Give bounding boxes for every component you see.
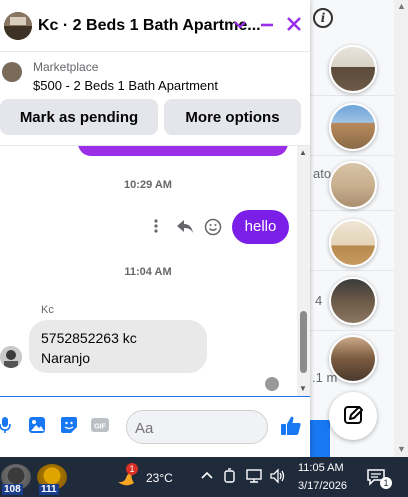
contact-avatar[interactable] [4,12,32,40]
message-timestamp: 11:04 AM [124,266,172,278]
listing-thumbnail[interactable] [2,62,22,82]
message-timestamp: 10:29 AM [124,179,172,191]
reply-icon[interactable] [175,218,195,240]
chat-header: Kc · 2 Beds 1 Bath Apartme... [0,0,310,52]
notification-count: 1 [380,477,392,489]
message-scrollbar[interactable]: ▲ ▼ [297,146,310,396]
incoming-message-line: Naranjo [41,350,91,366]
background-snippet: 4 [315,293,323,308]
windows-taskbar: 108 111 1 23°C 11:05 AM 3/17/2026 1 [0,457,408,497]
message-thread: 10:29 AM hello 11:04 AM Kc 5752852263 kc… [0,146,310,396]
taskbar-badge: 108 [2,484,23,495]
chat-head-listing-1[interactable] [329,45,377,93]
volume-icon[interactable] [270,468,286,489]
listing-title[interactable]: $500 - 2 Beds 1 Bath Apartment [33,78,218,93]
scroll-down-icon[interactable]: ▼ [299,384,307,393]
background-snippet: ato [313,166,332,181]
message-input-box[interactable] [126,410,268,444]
scrollbar-thumb[interactable] [300,311,307,373]
network-icon[interactable] [246,468,262,489]
incoming-message-line: 5752852263 kc [41,330,137,346]
svg-text:GIF: GIF [94,424,106,431]
react-smiley-icon[interactable] [204,218,222,240]
thumbs-up-icon[interactable] [280,415,302,437]
page-scrollbar[interactable]: ▲ ▼ [394,0,408,457]
device-icon[interactable] [223,468,237,489]
more-options-button[interactable]: More options [164,99,301,135]
chevron-down-icon[interactable] [233,14,247,39]
weather-badge: 1 [126,463,138,475]
mark-as-pending-button[interactable]: Mark as pending [0,99,158,135]
seen-avatar [265,377,279,391]
marketplace-panel: Marketplace $500 - 2 Beds 1 Bath Apartme… [0,52,310,146]
photo-icon[interactable] [28,416,46,434]
chat-title[interactable]: Kc · 2 Beds 1 Bath Apartme... [38,17,261,35]
chat-head-listing-5[interactable] [329,277,377,325]
sender-name: Kc [41,304,54,316]
scroll-up-icon[interactable]: ▲ [299,148,307,157]
incoming-message-bubble[interactable]: 5752852263 kc Naranjo [29,320,207,373]
marketplace-label: Marketplace [33,60,99,74]
clock-time[interactable]: 11:05 AM [298,462,344,474]
chevron-up-icon[interactable] [200,469,214,488]
microphone-icon[interactable] [0,416,17,434]
clock-date[interactable]: 3/17/2026 [298,480,347,492]
chat-head-listing-2[interactable] [329,103,377,151]
minimize-icon[interactable] [258,14,276,39]
more-actions-icon[interactable] [153,218,159,238]
scroll-down-icon[interactable]: ▼ [397,444,406,454]
chat-window: Kc · 2 Beds 1 Bath Apartme... Marketplac… [0,0,310,457]
new-message-button[interactable] [329,392,377,440]
chat-head-listing-3[interactable] [329,161,377,209]
background-blue-button [310,420,330,457]
compose-icon [344,406,363,424]
sender-avatar[interactable] [0,346,22,368]
chat-head-listing-4[interactable] [329,219,377,267]
outgoing-message-bubble[interactable]: hello [232,210,289,244]
close-icon[interactable] [285,14,303,39]
message-input[interactable] [135,418,235,438]
gif-icon[interactable]: GIF [91,416,109,434]
taskbar-badge: 111 [39,484,59,495]
chat-head-listing-6[interactable] [329,335,377,383]
previous-outgoing-bubble [78,146,288,156]
temperature[interactable]: 23°C [146,471,173,485]
sticker-icon[interactable] [60,416,78,434]
scroll-up-icon[interactable]: ▲ [397,1,406,11]
info-icon[interactable]: i [313,8,333,28]
